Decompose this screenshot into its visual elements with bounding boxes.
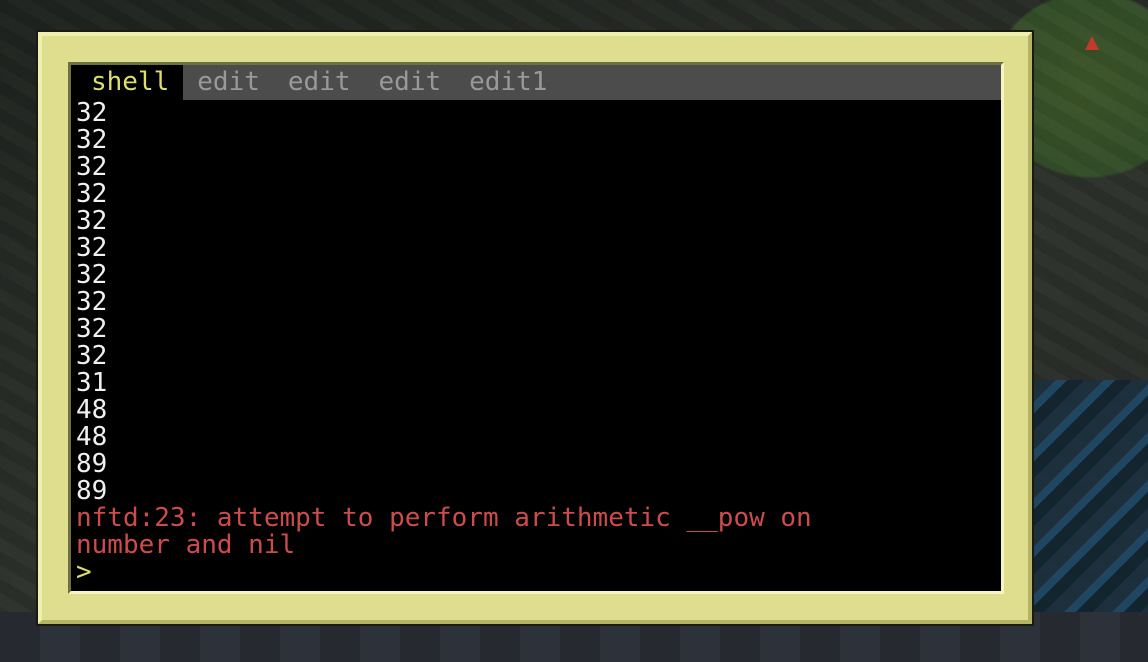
output-line: 48	[76, 424, 108, 451]
error-message: nftd:23: attempt to perform arithmetic _…	[76, 505, 812, 532]
output-line: 48	[76, 397, 108, 424]
tab-shell[interactable]: shell	[71, 65, 184, 100]
output-line: 89	[76, 451, 108, 478]
command-input[interactable]	[92, 559, 982, 586]
error-message: number and nil	[76, 532, 296, 559]
tab-edit1[interactable]: edit1	[455, 65, 561, 100]
output-line: 32	[76, 208, 108, 235]
output-line: 32	[76, 262, 108, 289]
output-line: 89	[76, 478, 108, 505]
prompt-symbol: >	[76, 559, 92, 586]
output-line: 32	[76, 289, 108, 316]
tab-edit[interactable]: edit	[183, 65, 274, 100]
tab-edit[interactable]: edit	[365, 65, 456, 100]
output-line: 32	[76, 316, 108, 343]
map-marker-icon	[1085, 36, 1099, 50]
output-line: 32	[76, 235, 108, 262]
output-line: 32	[76, 343, 108, 370]
terminal-screen[interactable]: shell edit edit edit edit1 32 32 32 32 3…	[68, 62, 1004, 594]
output-line: 32	[76, 100, 108, 127]
output-line: 31	[76, 370, 108, 397]
tab-edit[interactable]: edit	[274, 65, 365, 100]
computer-frame: shell edit edit edit edit1 32 32 32 32 3…	[38, 32, 1032, 624]
output-line: 32	[76, 127, 108, 154]
tab-bar: shell edit edit edit edit1	[71, 65, 1001, 100]
shell-prompt[interactable]: >	[76, 559, 1001, 586]
output-line: 32	[76, 181, 108, 208]
console-output: 32 32 32 32 32 32 32 32 32 32 31 48 48 8…	[76, 100, 1001, 591]
output-line: 32	[76, 154, 108, 181]
